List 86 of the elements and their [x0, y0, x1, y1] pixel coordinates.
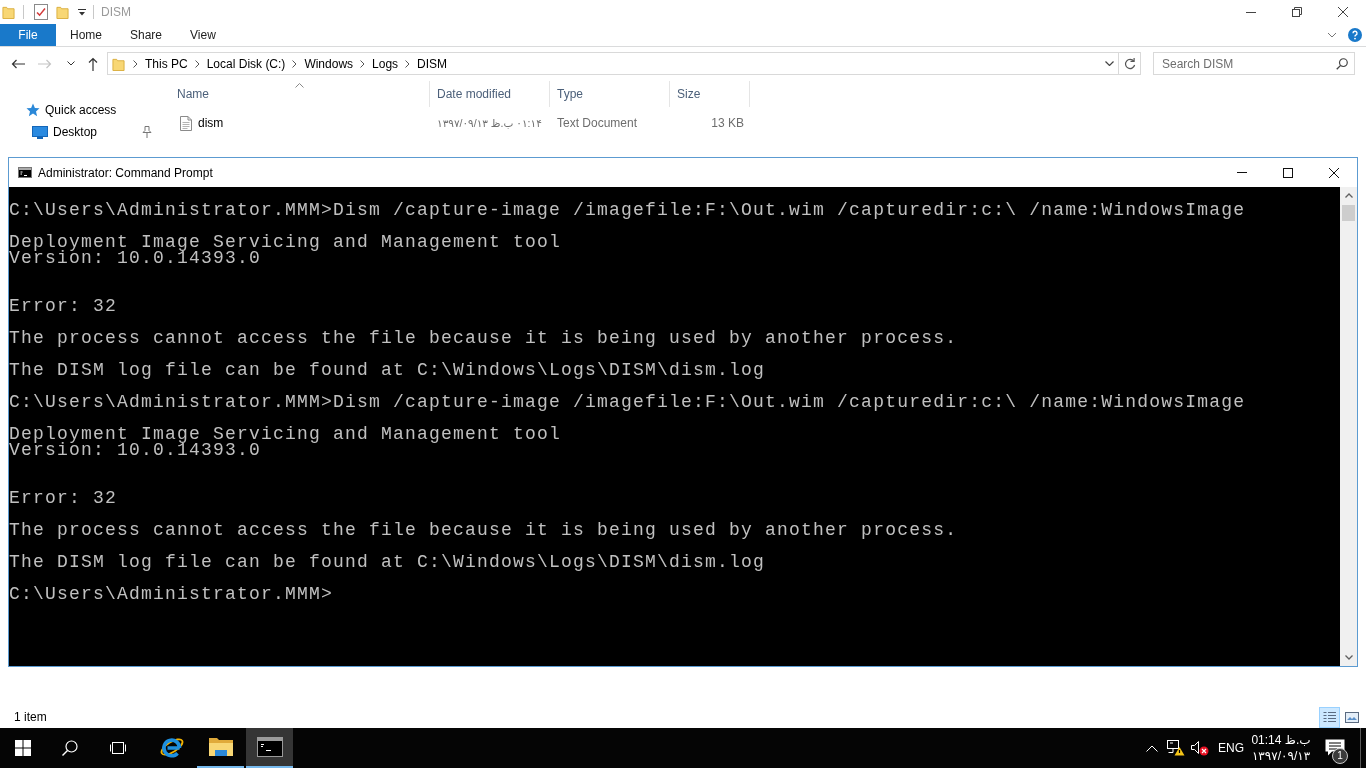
- search-field[interactable]: Search DISM: [1153, 52, 1355, 75]
- action-center-button[interactable]: 1: [1320, 728, 1350, 768]
- file-name[interactable]: dism: [198, 116, 224, 130]
- dropdown-caret-icon[interactable]: [78, 8, 86, 16]
- language-button[interactable]: ENG: [1216, 728, 1246, 768]
- sort-caret-icon: [295, 83, 304, 88]
- refresh-button[interactable]: [1119, 52, 1141, 75]
- console-line: The process cannot access the file because it is being used by another process.: [9, 522, 958, 538]
- column-header[interactable]: Name: [170, 81, 430, 107]
- chevron-right-icon[interactable]: [133, 59, 138, 68]
- breadcrumb[interactable]: This PC: [142, 53, 191, 74]
- scrollbar[interactable]: [1340, 187, 1357, 666]
- console-line: Deployment Image Servicing and Management tool: [9, 426, 562, 442]
- chevron-down-icon: [1104, 61, 1114, 66]
- folder-icon: [207, 736, 234, 758]
- console-line: Version: 10.0.14393.0: [9, 442, 262, 458]
- breadcrumb[interactable]: Logs: [369, 53, 402, 74]
- arrow-right-icon: [38, 58, 52, 69]
- console-line: Deployment Image Servicing and Management tool: [9, 234, 562, 250]
- speaker-muted-icon: [1191, 740, 1209, 756]
- window-title: DISM: [101, 5, 131, 19]
- console-line: The DISM log file can be found at C:\Windows\Logs\DISM\dism.log: [9, 362, 766, 378]
- command-line: C:\Users\Administrator.MMM>Dism /capture-image /imagefile:F:\Out.wim /capturedir:c:\ /name:WindowsImage: [9, 394, 1246, 410]
- console-line: Version: 10.0.14393.0: [9, 250, 262, 266]
- ribbon-tab[interactable]: View: [176, 24, 230, 46]
- column-header[interactable]: Size: [670, 81, 750, 107]
- ribbon-tab[interactable]: Share: [116, 24, 177, 46]
- chevron-down-icon[interactable]: [1327, 32, 1337, 38]
- command-line: C:\Users\Administrator.MMM>Dism /capture-image /imagefile:F:\Out.wim /capturedir:c:\ /name:WindowsImage: [9, 202, 1246, 218]
- arrow-left-icon: [11, 58, 25, 69]
- chevron-right-icon[interactable]: [292, 59, 298, 68]
- terminal-icon: [256, 737, 283, 757]
- close-icon: [1338, 7, 1348, 17]
- maximize-icon: [1283, 167, 1293, 178]
- breadcrumb[interactable]: Local Disk (C:): [203, 53, 289, 74]
- chevron-right-icon[interactable]: [194, 59, 200, 68]
- arrow-up-icon: [88, 56, 98, 71]
- chevron-down-icon: [1344, 655, 1353, 660]
- item-count: 1 item: [14, 710, 47, 724]
- pin-icon: [142, 126, 152, 138]
- ribbon-tab[interactable]: Home: [56, 24, 116, 46]
- refresh-icon: [1123, 57, 1136, 70]
- network-warning-icon: [1167, 740, 1185, 756]
- windows-logo-icon: [15, 740, 31, 756]
- table-cell: 13 KB: [711, 116, 744, 130]
- chevron-down-icon: [67, 61, 75, 66]
- minimize-icon: [1237, 172, 1247, 173]
- chevron-up-icon: [1344, 193, 1353, 198]
- prompt-line: C:\Users\Administrator.MMM>: [9, 586, 334, 602]
- text-document-icon: [180, 115, 192, 131]
- chevron-right-icon[interactable]: [405, 59, 411, 68]
- console-line: The process cannot access the file because it is being used by another process.: [9, 330, 958, 346]
- star-icon: [26, 103, 40, 117]
- chevron-right-icon[interactable]: [360, 59, 366, 68]
- error-line: Error: 32: [9, 298, 118, 314]
- console-line: The DISM log file can be found at C:\Windows\Logs\DISM\dism.log: [9, 554, 766, 570]
- table-cell: Text Document: [557, 116, 638, 130]
- nav-item[interactable]: Desktop: [0, 121, 162, 143]
- scrollbar-thumb[interactable]: [1342, 205, 1355, 221]
- task-view-icon: [108, 740, 128, 756]
- minimize-icon: [1246, 11, 1256, 13]
- chevron-up-icon: [1146, 744, 1158, 752]
- details-list-icon: [1323, 711, 1336, 723]
- monitor-icon: [32, 125, 48, 139]
- window-title: Administrator: Command Prompt: [38, 165, 213, 180]
- column-header[interactable]: Date modified: [430, 81, 550, 107]
- column-header[interactable]: Type: [550, 81, 670, 107]
- breadcrumb[interactable]: Windows: [301, 53, 357, 74]
- restore-icon: [1292, 7, 1302, 17]
- close-icon: [1329, 167, 1339, 178]
- details-view-button[interactable]: [1319, 706, 1340, 728]
- help-icon[interactable]: [1348, 28, 1362, 42]
- properties-icon[interactable]: [34, 4, 48, 20]
- clock-button[interactable]: 01:14 ب.ظ ۱۳۹۷/۰۹/۱۳: [1248, 728, 1314, 768]
- breadcrumb[interactable]: DISM: [414, 53, 451, 74]
- error-line: Error: 32: [9, 490, 118, 506]
- file-menu-button[interactable]: File: [0, 24, 56, 46]
- terminal-icon: [18, 167, 32, 178]
- terminal-button[interactable]: [246, 728, 293, 768]
- picture-icon: [1344, 711, 1359, 723]
- address-bar[interactable]: This PC Local Disk (C:) Windows Logs DISM: [107, 52, 1119, 75]
- nav-item[interactable]: Quick access: [0, 99, 162, 121]
- search-icon: [62, 740, 78, 756]
- notification-badge: 1: [1332, 748, 1348, 764]
- search-icon: [1336, 57, 1348, 70]
- table-cell: ۰۱:۱۴ ب.ظ ۱۳۹۷/۰۹/۱۳: [437, 117, 542, 129]
